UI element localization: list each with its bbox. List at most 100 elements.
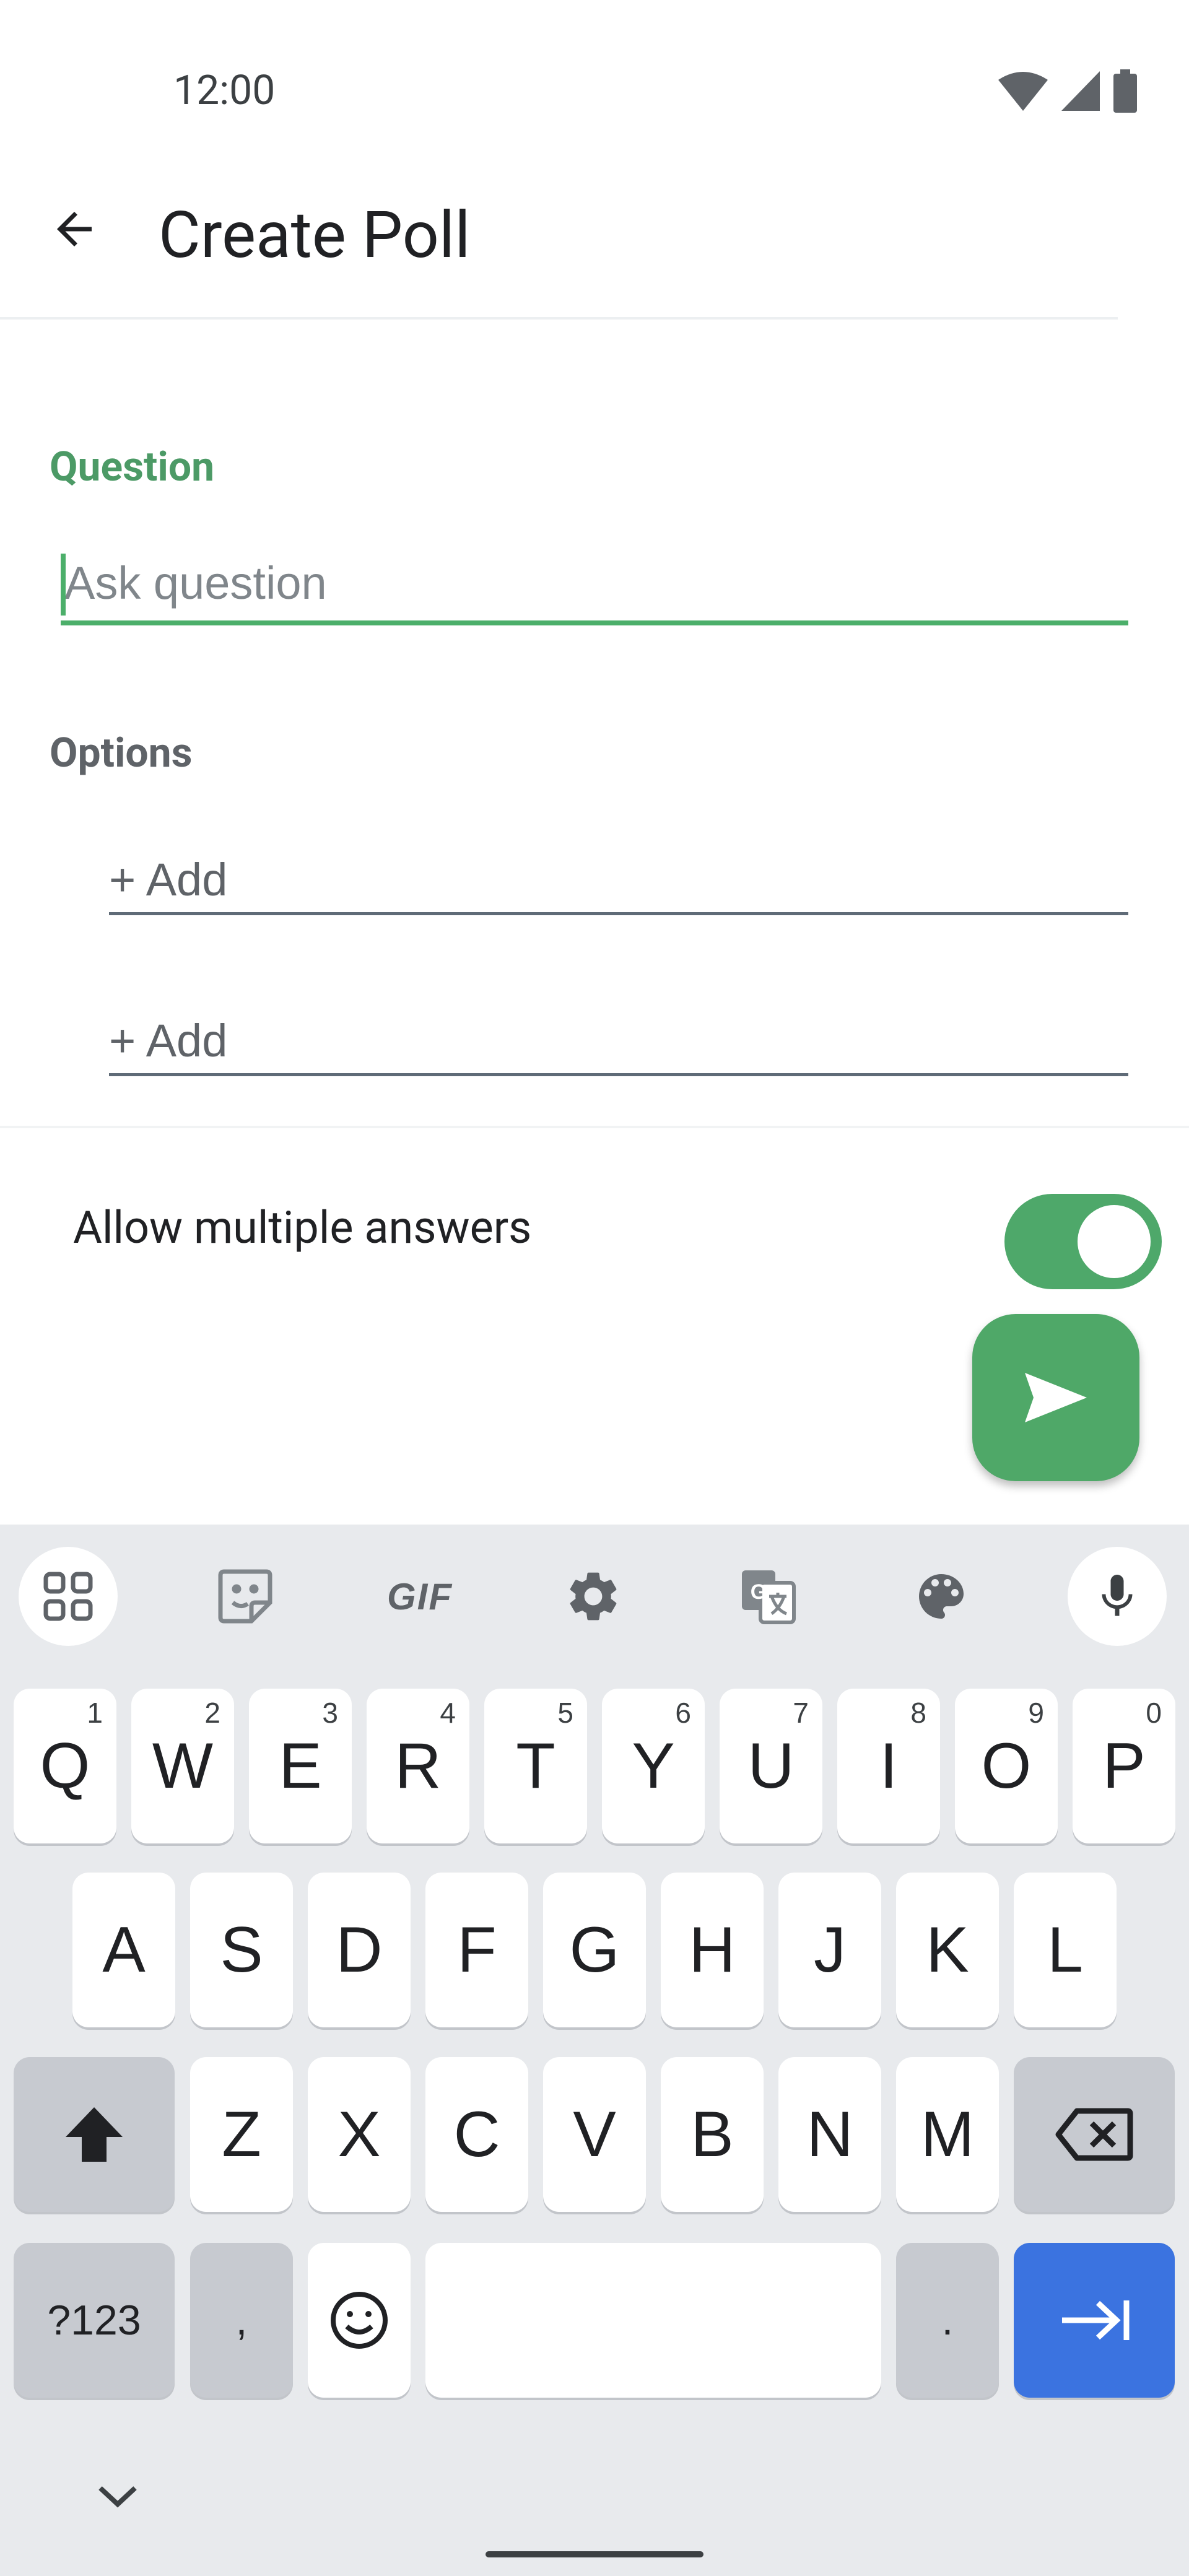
key-label: O [981, 1730, 1032, 1802]
key-hint: 0 [1146, 1697, 1162, 1729]
gif-label: GIF [387, 1575, 453, 1617]
key-p[interactable]: P0 [1073, 1689, 1175, 1843]
key-m[interactable]: M [896, 2057, 999, 2212]
key-l[interactable]: L [1014, 1873, 1117, 2027]
question-label: Question [50, 443, 215, 491]
key-label: T [516, 1730, 555, 1802]
key-g[interactable]: G [543, 1873, 646, 2027]
space-key[interactable] [425, 2243, 881, 2398]
key-hint: 8 [910, 1697, 926, 1729]
key-hint: 2 [204, 1697, 220, 1729]
sticker-icon [218, 1569, 272, 1624]
key-h[interactable]: H [661, 1873, 764, 2027]
translate-icon: G [742, 1570, 796, 1624]
key-v[interactable]: V [543, 2057, 646, 2212]
sticker-button[interactable] [196, 1547, 295, 1646]
section-divider [0, 1126, 1189, 1128]
key-x[interactable]: X [308, 2057, 411, 2212]
gear-icon [570, 1572, 617, 1621]
key-z[interactable]: Z [190, 2057, 293, 2212]
key-label: R [394, 1730, 442, 1802]
key-label: Y [632, 1730, 675, 1802]
apps-grid-button[interactable] [19, 1547, 118, 1646]
backspace-icon [1055, 2108, 1133, 2161]
shift-icon [66, 2107, 123, 2162]
key-hint: 6 [675, 1697, 691, 1729]
key-y[interactable]: Y6 [602, 1689, 705, 1843]
period-label: . [941, 2297, 954, 2344]
key-hint: 9 [1028, 1697, 1044, 1729]
keyboard-toolbar: GIF G [0, 1525, 1189, 1667]
key-hint: 3 [322, 1697, 338, 1729]
key-label: Q [40, 1730, 90, 1802]
key-hint: 5 [557, 1697, 573, 1729]
emoji-icon [331, 2292, 388, 2349]
period-key[interactable]: . [896, 2243, 999, 2398]
key-hint: 7 [793, 1697, 809, 1729]
option-field-1[interactable] [109, 847, 1128, 915]
text-cursor [61, 554, 66, 616]
app-bar-divider [0, 317, 1118, 320]
voice-input-button[interactable] [1068, 1547, 1167, 1646]
hide-keyboard-icon[interactable] [93, 2479, 142, 2512]
key-f[interactable]: F [425, 1873, 528, 2027]
key-a[interactable]: A [72, 1873, 175, 2027]
key-c[interactable]: C [425, 2057, 528, 2212]
palette-icon [919, 1574, 964, 1619]
send-icon [1025, 1373, 1087, 1422]
key-w[interactable]: W2 [131, 1689, 234, 1843]
apps-grid-icon [43, 1572, 93, 1621]
symbols-key[interactable]: ?123 [14, 2243, 175, 2398]
battery-icon [1113, 69, 1137, 113]
key-k[interactable]: K [896, 1873, 999, 2027]
send-button[interactable] [972, 1314, 1139, 1481]
next-key[interactable] [1014, 2243, 1175, 2398]
key-s[interactable]: S [190, 1873, 293, 2027]
status-icons [998, 69, 1137, 113]
microphone-icon [1102, 1575, 1133, 1616]
key-j[interactable]: J [778, 1873, 881, 2027]
status-bar: 12:00 [0, 0, 1189, 124]
emoji-key[interactable] [308, 2243, 411, 2398]
key-e[interactable]: E3 [249, 1689, 352, 1843]
key-label: E [279, 1730, 322, 1802]
app-bar: Create Poll [0, 161, 1189, 320]
translate-button[interactable]: G [718, 1547, 817, 1646]
back-button[interactable] [37, 192, 111, 266]
comma-key[interactable]: , [190, 2243, 293, 2398]
question-field[interactable] [61, 545, 1128, 625]
key-n[interactable]: N [778, 2057, 881, 2212]
option-input-2[interactable] [109, 1008, 1128, 1073]
key-hint: 1 [87, 1697, 103, 1729]
shift-key[interactable] [14, 2057, 175, 2212]
key-b[interactable]: B [661, 2057, 764, 2212]
settings-button[interactable] [544, 1547, 643, 1646]
tab-next-icon [1062, 2300, 1130, 2340]
gif-button[interactable]: GIF [370, 1547, 469, 1646]
status-time: 12:00 [173, 67, 276, 115]
key-o[interactable]: O9 [955, 1689, 1058, 1843]
key-t[interactable]: T5 [484, 1689, 587, 1843]
option-field-2[interactable] [109, 1008, 1128, 1076]
key-d[interactable]: D [308, 1873, 411, 2027]
allow-multiple-toggle[interactable] [1004, 1194, 1162, 1289]
key-label: W [152, 1730, 214, 1802]
key-q[interactable]: Q1 [14, 1689, 116, 1843]
cellular-signal-icon [1061, 71, 1100, 111]
key-label: U [747, 1730, 795, 1802]
gesture-nav-handle[interactable] [486, 2551, 703, 2557]
key-u[interactable]: U7 [720, 1689, 822, 1843]
page-title: Create Poll [159, 198, 471, 273]
option-input-1[interactable] [109, 847, 1128, 912]
arrow-back-icon [57, 212, 92, 246]
wifi-icon [998, 72, 1048, 111]
question-input[interactable] [61, 545, 1128, 620]
key-hint: 4 [440, 1697, 456, 1729]
backspace-key[interactable] [1014, 2057, 1175, 2212]
comma-label: , [235, 2297, 248, 2344]
options-label: Options [50, 729, 193, 777]
key-label: I [879, 1730, 898, 1802]
theme-button[interactable] [892, 1547, 991, 1646]
key-r[interactable]: R4 [367, 1689, 469, 1843]
key-i[interactable]: I8 [837, 1689, 940, 1843]
